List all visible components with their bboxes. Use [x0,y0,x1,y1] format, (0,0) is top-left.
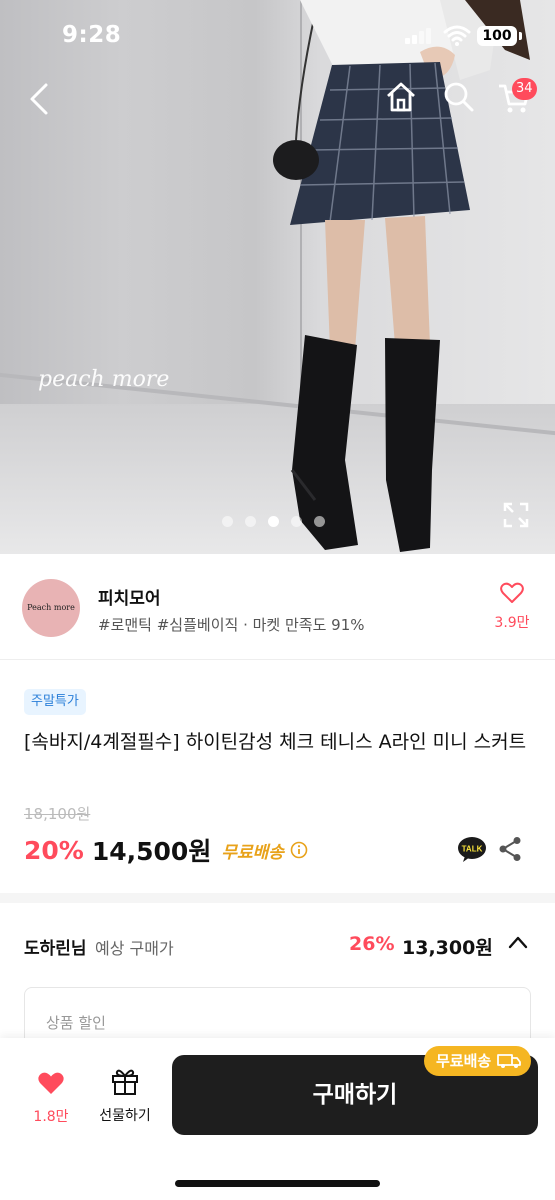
like-button[interactable]: 1.8만 [28,1071,74,1126]
status-time: 9:28 [62,22,122,48]
carousel-dot[interactable] [291,516,302,527]
share-icon[interactable] [498,836,522,862]
brand-watermark: peach more [38,367,170,392]
free-shipping-tag-label: 무료배송 [436,1052,492,1070]
shop-like-button[interactable]: 3.9만 [492,582,532,632]
carousel-dot[interactable] [222,516,233,527]
carousel-dot[interactable] [245,516,256,527]
status-bar: 9:28 100 [0,0,555,70]
sale-price: 14,500원 [91,837,212,866]
kakao-talk-icon: TALK [458,837,486,862]
bottom-action-bar: 1.8만 선물하기 구매하기 무료배송 [0,1038,555,1200]
wifi-icon [443,25,471,46]
gift-button[interactable]: 선물하기 [94,1067,156,1125]
shop-tags: #로맨틱 #심플베이직 · 마켓 만족도 91% [98,616,365,634]
shop-info-row[interactable]: Peach more 피치모어 #로맨틱 #심플베이직 · 마켓 만족도 91%… [0,554,555,660]
signal-icon [405,28,431,44]
gift-label: 선물하기 [99,1108,151,1124]
carousel-dot[interactable] [314,516,325,527]
battery-indicator: 100 [477,26,522,46]
svg-text:TALK: TALK [462,845,483,854]
kakao-talk-button[interactable]: TALK [457,836,487,866]
back-icon[interactable] [28,82,50,116]
shop-logo[interactable]: Peach more [22,579,80,637]
section-divider [0,893,555,903]
expected-price-label: 예상 구매가 [95,939,174,958]
cart-count-badge: 34 [512,78,537,100]
product-image-carousel[interactable]: 9:28 100 34 peach more [0,0,555,554]
product-discount-label: 상품 할인 [46,1014,106,1032]
original-price: 18,100원 [24,805,91,823]
heart-outline-icon [500,582,524,603]
promo-badge: 주말특가 [24,689,86,715]
home-indicator [175,1180,380,1187]
expected-price-value: 13,300원 [402,937,493,959]
expected-price-user: 도하린님 [24,939,87,959]
heart-filled-icon [38,1072,64,1094]
gift-icon [112,1069,138,1095]
product-title: [속바지/4계절필수] 하이틴감성 체크 테니스 A라인 미니 스커트 [24,731,527,753]
expected-discount-rate: 26% [349,933,395,955]
info-icon[interactable] [290,841,308,859]
home-icon[interactable] [384,80,418,114]
free-shipping-label: 무료배송 [221,842,284,863]
like-count: 1.8만 [33,1109,69,1125]
expected-price-row[interactable]: 도하린님 예상 구매가 26% 13,300원 [0,903,555,983]
free-shipping-tag: 무료배송 [424,1046,532,1076]
shop-name[interactable]: 피치모어 [98,584,161,609]
shop-like-count: 3.9만 [494,615,530,631]
carousel-dot-active[interactable] [268,516,279,527]
truck-icon [497,1054,522,1068]
price-row: 20% 14,500원 무료배송 [24,832,308,868]
search-icon[interactable] [443,80,475,114]
carousel-indicator[interactable] [222,516,325,527]
fullscreen-icon[interactable] [503,502,529,528]
discount-rate: 20% [24,835,84,865]
chevron-up-icon[interactable] [508,935,528,949]
